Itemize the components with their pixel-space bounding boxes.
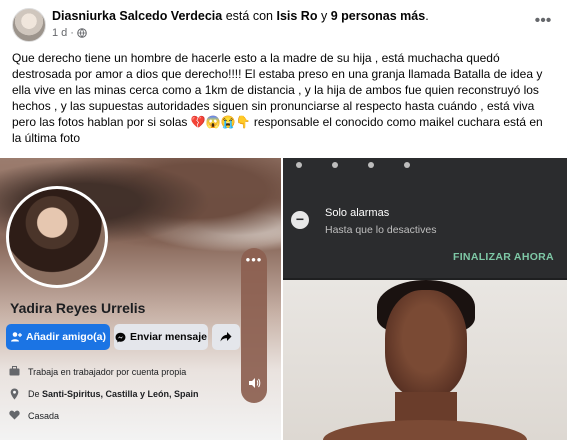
send-message-label: Enviar mensaje [129,331,208,343]
status-bar-icons [293,160,453,173]
author-line: Diasniurka Salcedo Verdecia está con Isi… [52,9,429,23]
share-arrow-icon [220,332,232,342]
location-pin-icon [8,388,20,400]
post-header: Diasniurka Salcedo Verdecia está con Isi… [0,0,567,48]
tagged-person[interactable]: Isis Ro [276,9,317,23]
notification-title: Solo alarmas [325,207,390,219]
info-origin-text: De Santi-Spiritus, Castilla y León, Spai… [28,389,199,399]
portrait-face [385,290,467,398]
briefcase-icon [8,366,20,378]
author-name[interactable]: Diasniurka Salcedo Verdecia [52,9,222,23]
overlay-more-icon: ••• [245,252,263,267]
status-bar-icons-svg [296,162,410,168]
author-avatar[interactable] [12,8,46,42]
photo-portrait-screenshot[interactable]: − Solo alarmas Hasta que lo desactives F… [283,158,567,440]
portrait-shoulders [323,420,527,440]
post-time[interactable]: 1 d [52,27,67,39]
globe-icon [77,28,87,38]
add-friend-label: Añadir amigo(a) [26,331,106,343]
period: . [425,9,429,23]
do-not-disturb-icon: − [291,211,309,229]
others-link[interactable]: 9 personas más [331,9,426,23]
messenger-icon [115,332,126,342]
meta-separator: · [70,27,74,39]
sound-icon [246,376,262,392]
notification-subtitle: Hasta que lo desactives [325,224,437,236]
info-relationship-text: Casada [28,411,60,421]
profile-name: Yadira Reyes Urrelis [10,300,146,316]
video-overlay-bar: ••• [241,248,267,403]
post-caption: Que derecho tiene un hombre de hacerle e… [12,51,543,145]
share-button [212,324,240,350]
info-work-text: Trabaja en trabajador por cuenta propia [28,367,187,377]
add-friend-icon [11,332,23,342]
end-now-button: FINALIZAR AHORA [453,251,554,263]
with-text: está con [225,9,273,23]
send-message-button: Enviar mensaje [114,324,208,350]
info-row-work: Trabaja en trabajador por cuenta propia [8,366,186,378]
dnd-notification: − Solo alarmas Hasta que lo desactives F… [283,158,567,278]
more-options-button[interactable]: ••• [531,12,555,30]
info-row-relationship: Casada [8,410,59,422]
info-row-origin: De Santi-Spiritus, Castilla y León, Spai… [8,388,199,400]
profile-picture [6,186,108,288]
post-meta: 1 d · [52,27,87,39]
heart-icon [8,410,20,422]
add-friend-button: Añadir amigo(a) [6,324,110,350]
portrait-photo [283,280,567,440]
and-text: y [320,9,328,23]
more-options-icon: ••• [534,12,552,29]
photo-profile-screenshot[interactable]: Yadira Reyes Urrelis Añadir amigo(a) Env… [0,158,281,440]
